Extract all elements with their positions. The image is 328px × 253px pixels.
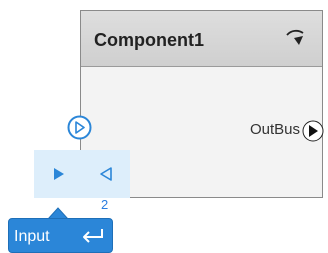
outbus-port-label: OutBus — [249, 121, 300, 138]
component-title: Component1 — [94, 30, 204, 50]
enter-icon[interactable] — [80, 227, 106, 245]
curved-arrow-icon[interactable] — [283, 26, 309, 52]
back-arrow-icon[interactable] — [96, 164, 116, 184]
play-arrow-icon[interactable] — [49, 164, 69, 184]
input-tooltip[interactable]: Input — [8, 218, 113, 253]
component-header[interactable]: Component1 — [81, 11, 322, 67]
port-number: 2 — [101, 197, 109, 212]
input-label: Input — [14, 228, 50, 245]
output-port-icon[interactable] — [302, 120, 324, 142]
input-port-circle-icon[interactable] — [67, 115, 92, 140]
